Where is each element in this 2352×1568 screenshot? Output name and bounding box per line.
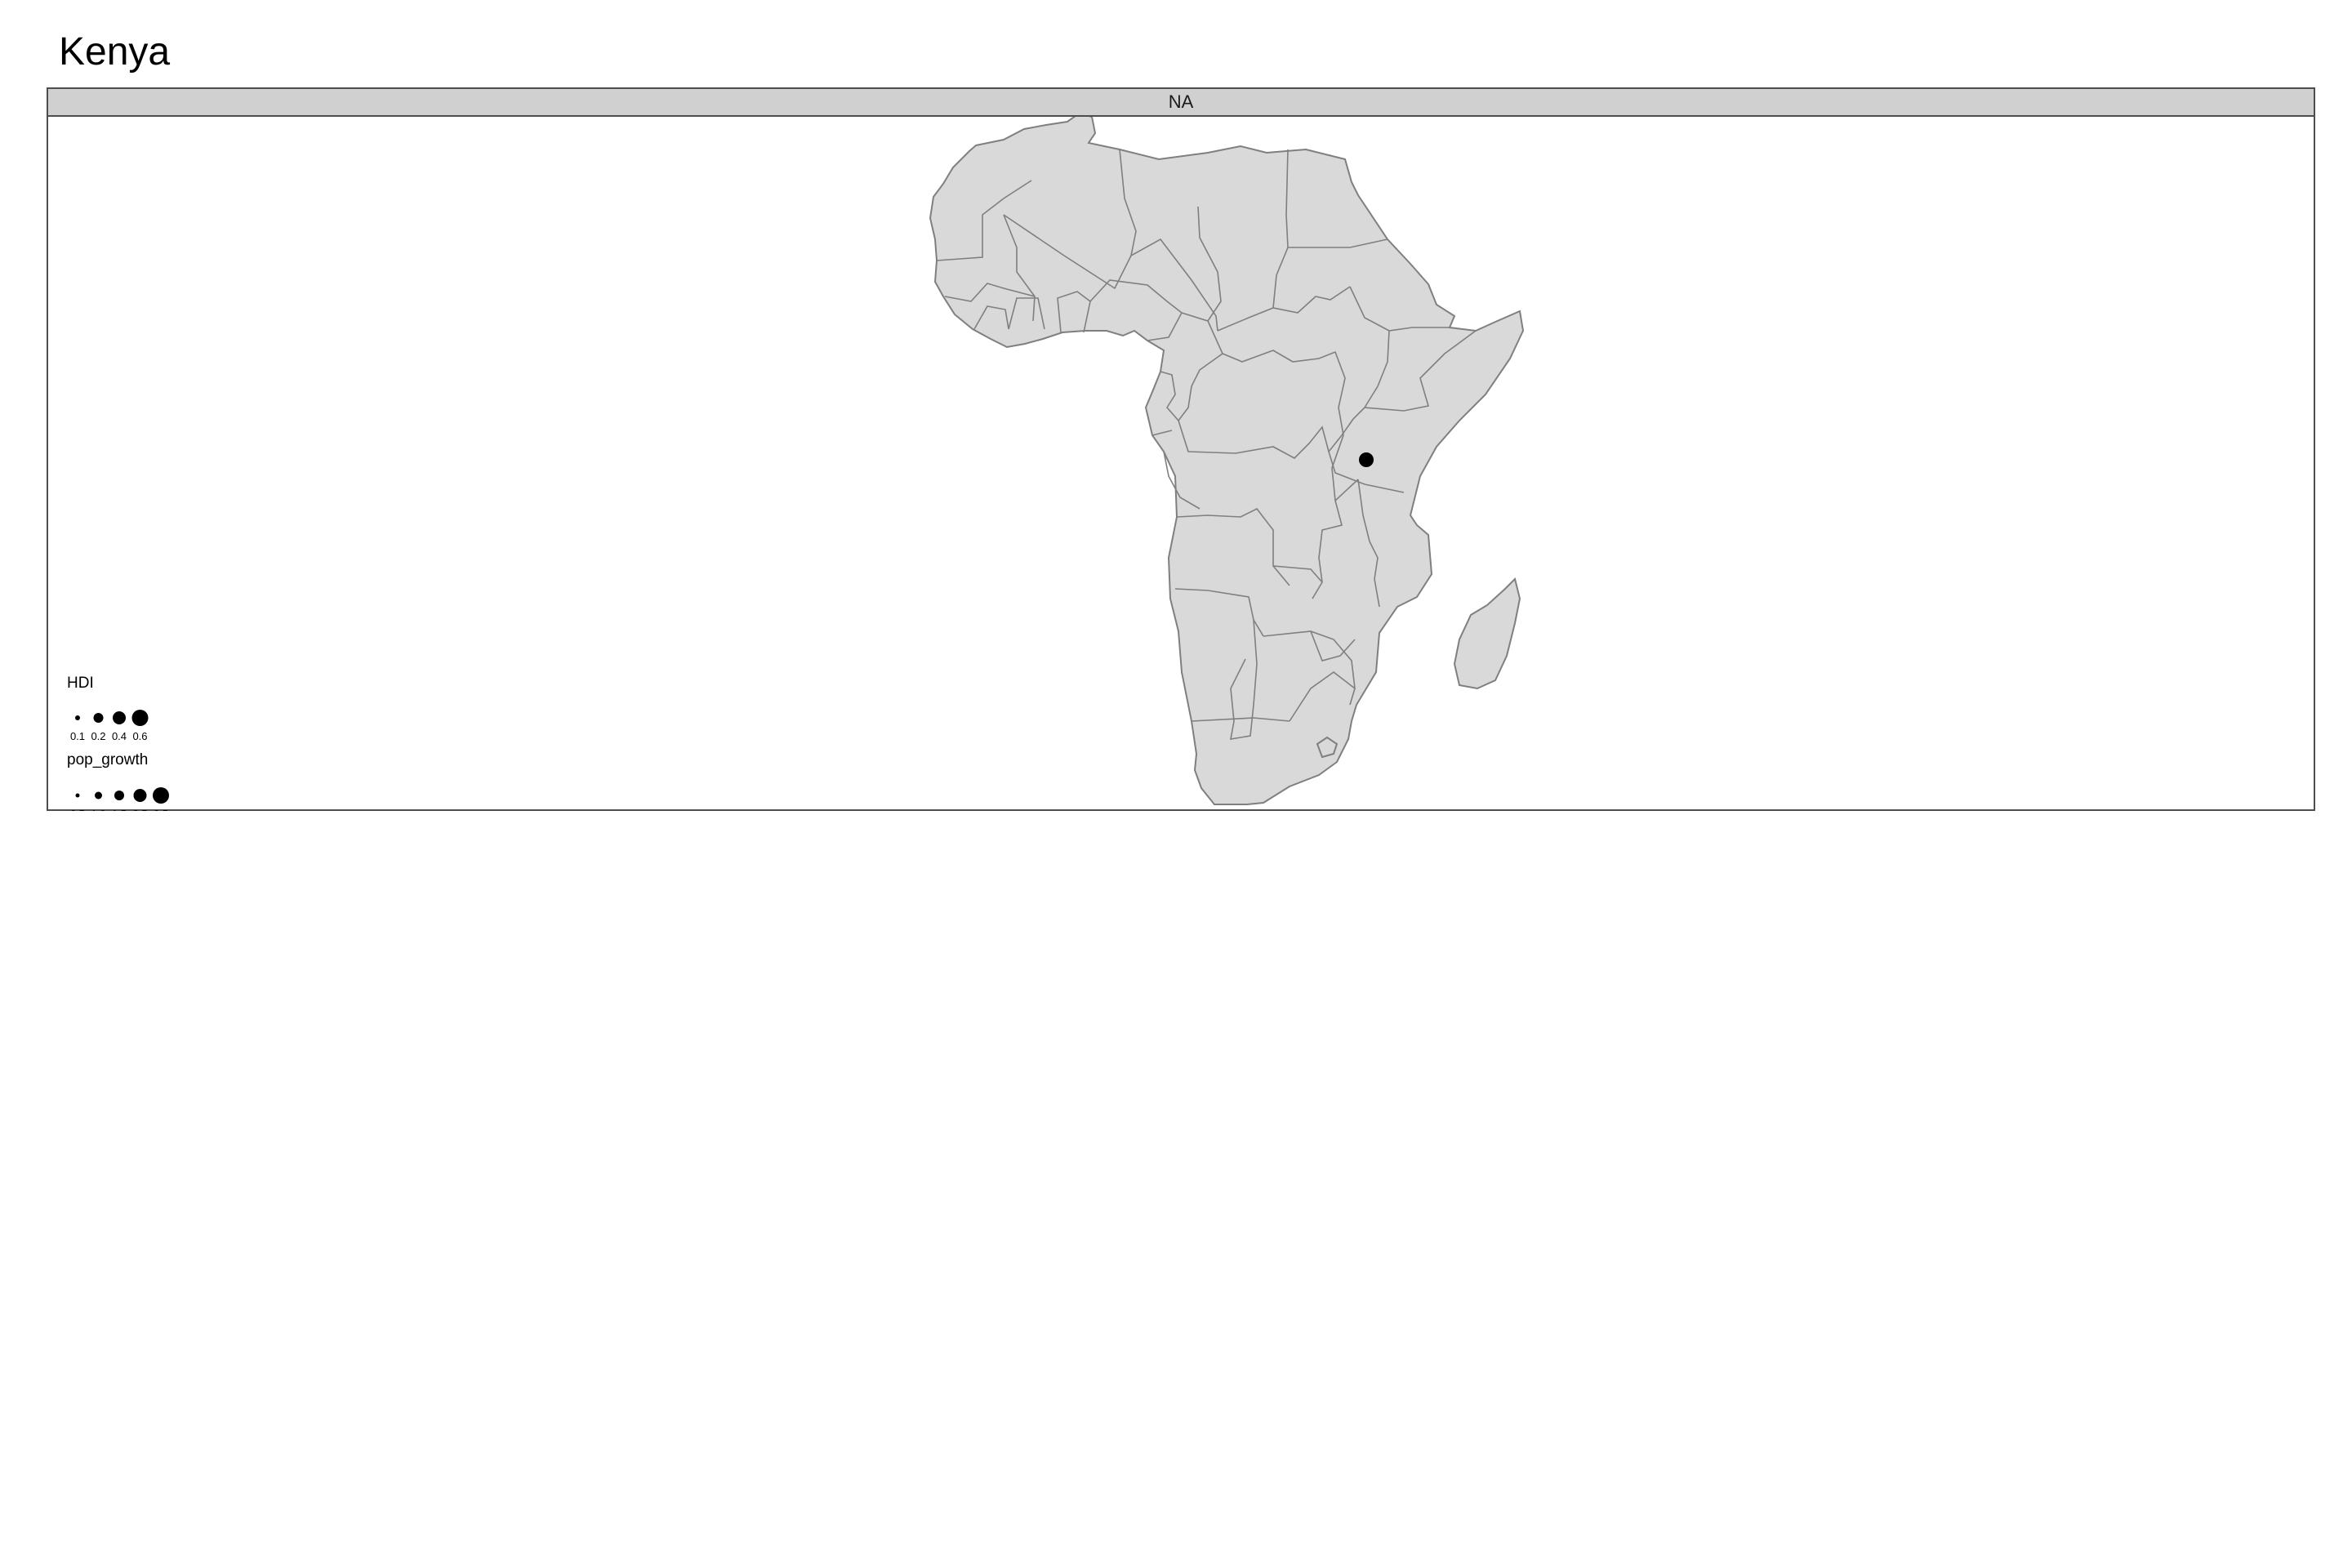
map-canvas: HDI 0.1 0.2 0.4 0.6 pop_growth 0.5 1.0 1.5 2.5…: [67, 117, 1525, 811]
legend-symbol: [75, 715, 80, 720]
legend-hdi-ticks: 0.1 0.2 0.4 0.6: [70, 730, 148, 742]
legend-tick-label: 2.5: [132, 808, 147, 811]
legend-tick-label: 0.4: [112, 730, 127, 742]
legend-symbol: [93, 713, 104, 723]
legend-pop-growth-symbols: [75, 787, 169, 804]
legend-tick-label: 1.0: [91, 808, 105, 811]
legend-hdi-symbols: [75, 710, 149, 726]
legend-symbol: [131, 710, 149, 726]
legend-symbol: [153, 787, 169, 804]
legend-pop-growth: pop_growth 0.5 1.0 1.5 2.5 3.5: [67, 751, 169, 811]
legend-symbol: [95, 791, 102, 800]
legend-symbol: [113, 711, 126, 724]
legend-tick-label: 0.2: [91, 730, 105, 742]
legend-symbol: [133, 789, 147, 802]
legend-hdi-title: HDI: [67, 675, 94, 692]
legend-tick-label: 3.5: [154, 808, 168, 811]
legend-tick-label: 1.5: [112, 808, 127, 811]
madagascar: [1453, 577, 1521, 690]
legend-pop-growth-title: pop_growth: [67, 751, 148, 768]
facet-strip-label: NA: [48, 89, 2314, 117]
page-title: Kenya: [59, 30, 171, 74]
legend-symbol: [114, 791, 124, 800]
legend-tick-label: 0.1: [70, 730, 85, 742]
kenya-marker[interactable]: [1359, 452, 1374, 467]
legend-tick-label: 0.5: [70, 808, 85, 811]
map-panel: NA HDI 0.1 0.2 0.4 0.6 pop_growth: [47, 87, 2315, 811]
africa-landmass: [929, 117, 1525, 805]
africa-mainland: [929, 117, 1525, 805]
legend-hdi: HDI 0.1 0.2 0.4 0.6: [67, 675, 149, 742]
legend-pop-growth-ticks: 0.5 1.0 1.5 2.5 3.5: [70, 808, 168, 811]
legend-symbol: [75, 793, 80, 798]
legend-tick-label: 0.6: [132, 730, 147, 742]
